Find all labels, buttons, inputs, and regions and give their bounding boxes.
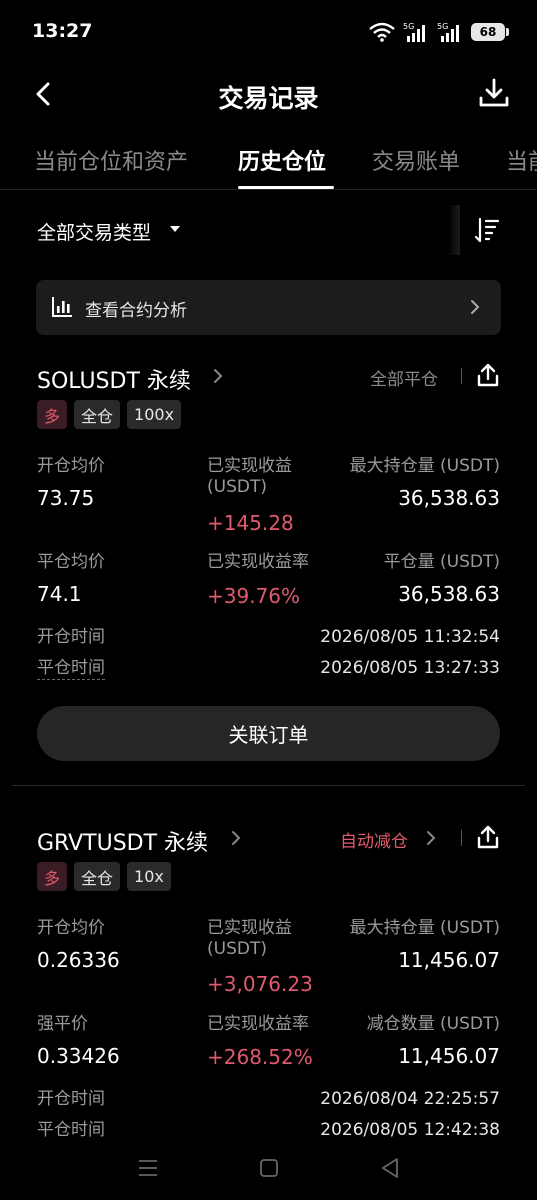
signal-icon: 5G [403,22,425,42]
position-tags: 多 全仓 100x [37,400,182,429]
realized-pnl-label-line1: 已实现收益 [207,918,292,938]
margin-mode-tag: 全仓 [74,400,121,429]
close-avg-value: 74.1 [37,582,82,606]
close-avg-label: 平仓均价 [37,552,105,572]
close-time-label: 平仓时间 [37,1120,105,1140]
vertical-divider [461,830,462,846]
open-time-label: 开仓时间 [37,627,105,647]
leverage-tag: 10x [127,862,171,891]
open-time-label: 开仓时间 [37,1089,105,1109]
top-nav: 交易记录 [0,62,537,128]
card-divider [12,785,525,786]
close-amount-label: 平仓量 (USDT) [383,552,500,572]
realized-pnl-rate-label: 已实现收益率 [207,552,309,572]
vertical-divider [461,368,462,384]
position-card: SOLUSDT 永续 全部平仓 多 全仓 100x 开仓均价 73.75 已实现… [0,356,537,786]
trade-type-filter[interactable]: 全部交易类型 [37,218,151,245]
realized-pnl-label-line2: (USDT) [207,477,267,497]
contract-analysis-label: 查看合约分析 [85,301,187,321]
tab-bar: 当前仓位和资产 历史仓位 交易账单 当前委托 [0,128,537,190]
position-tags: 多 全仓 10x [37,862,171,891]
download-icon[interactable] [477,76,511,110]
leverage-tag: 100x [127,400,182,429]
status-icons: 5G 5G 68 [369,20,509,44]
chevron-right-icon[interactable] [423,830,439,846]
margin-mode-tag: 全仓 [74,862,121,891]
open-avg-value: 73.75 [37,486,95,510]
close-time-value: 2026/08/05 12:42:38 [320,1120,500,1140]
position-card: GRVTUSDT 永续 自动减仓 多 全仓 10x 开仓均价 0.26336 已… [0,818,537,1148]
realized-pnl-label: 已实现收益 (USDT) [207,456,292,498]
related-orders-button[interactable]: 关联订单 [37,706,500,761]
realized-pnl-rate-value: +39.76% [207,584,301,608]
tab-trade-bills[interactable]: 交易账单 [372,144,460,176]
menu-icon[interactable] [138,1158,158,1178]
sim1-label: 5G [403,22,414,31]
realized-pnl-value: +3,076.23 [207,972,313,996]
open-avg-label: 开仓均价 [37,456,105,476]
liquidation-price-value: 0.33426 [37,1044,120,1068]
caret-down-icon[interactable] [170,226,180,232]
reduce-amount-label: 减仓数量 (USDT) [366,1014,500,1034]
max-position-value: 11,456.07 [398,948,500,972]
realized-pnl-rate-value: +268.52% [207,1045,313,1069]
close-time-value: 2026/08/05 13:27:33 [320,658,500,678]
close-time-label: 平仓时间 [37,658,105,680]
realized-pnl-value: +145.28 [207,511,294,535]
tab-current-orders[interactable]: 当前委托 [506,144,537,176]
status-time: 13:27 [32,20,93,42]
position-symbol[interactable]: SOLUSDT 永续 [37,363,191,395]
battery-indicator: 68 [471,23,509,41]
system-nav-bar [0,1148,537,1200]
sort-icon[interactable] [473,216,501,244]
realized-pnl-rate-label: 已实现收益率 [207,1014,309,1034]
status-bar: 13:27 5G 5G 68 [0,0,537,62]
close-type-label[interactable]: 自动减仓 [340,827,408,852]
open-avg-value: 0.26336 [37,948,120,972]
open-time-value: 2026/08/04 22:25:57 [320,1089,500,1109]
open-avg-label: 开仓均价 [37,918,105,938]
realized-pnl-label-line1: 已实现收益 [207,456,292,476]
reduce-amount-value: 11,456.07 [398,1044,500,1068]
chevron-right-icon [471,300,480,314]
home-square-icon[interactable] [259,1158,279,1178]
side-tag: 多 [37,400,68,429]
realized-pnl-label-line2: (USDT) [207,939,267,959]
close-amount-value: 36,538.63 [398,582,500,606]
realized-pnl-label: 已实现收益 (USDT) [207,918,292,960]
share-icon[interactable] [475,362,501,388]
tab-history-positions[interactable]: 历史仓位 [238,144,326,176]
chevron-right-icon[interactable] [210,368,226,384]
tab-active-indicator [238,186,334,189]
page-title: 交易记录 [218,84,319,113]
max-position-label: 最大持仓量 (USDT) [349,918,500,938]
liquidation-price-label: 强平价 [37,1014,88,1034]
wifi-icon [369,22,395,42]
fade-divider [448,205,460,255]
share-icon[interactable] [475,824,501,850]
open-time-value: 2026/08/05 11:32:54 [320,627,500,647]
filter-row: 全部交易类型 [0,200,537,260]
chevron-right-icon[interactable] [228,830,244,846]
bar-chart-icon [52,297,72,317]
tab-current-positions[interactable]: 当前仓位和资产 [34,144,188,176]
back-triangle-icon[interactable] [380,1157,400,1179]
side-tag: 多 [37,862,68,891]
max-position-label: 最大持仓量 (USDT) [349,456,500,476]
contract-analysis-bar[interactable]: 查看合约分析 [36,280,501,335]
max-position-value: 36,538.63 [398,486,500,510]
signal-icon-2: 5G [437,22,459,42]
close-type-label: 全部平仓 [370,370,438,390]
sim2-label: 5G [437,22,448,31]
position-symbol[interactable]: GRVTUSDT 永续 [37,825,208,857]
